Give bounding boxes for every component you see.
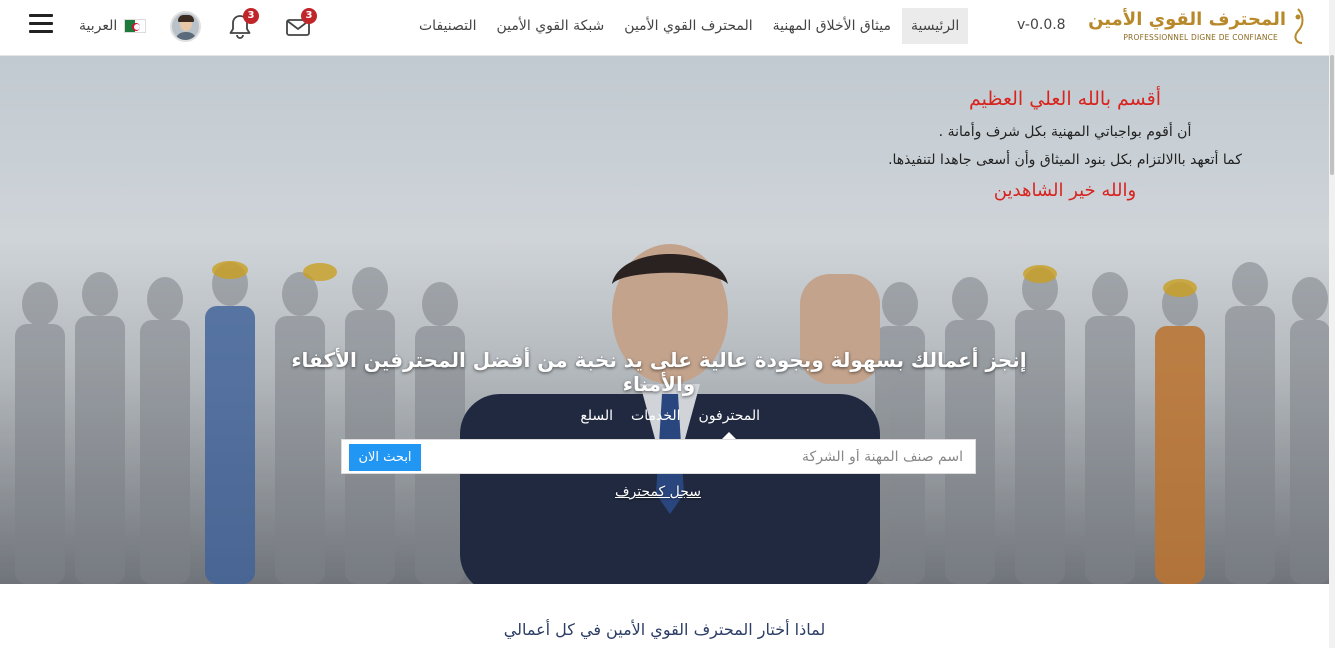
tab-goods[interactable]: السلع — [580, 408, 613, 432]
search-button[interactable]: ابحث الان — [349, 444, 421, 471]
register-as-professional-link[interactable]: سجل كمحترف — [558, 484, 758, 500]
search-tabs: المحترفون الخدمات السلع — [560, 408, 760, 432]
user-avatar[interactable] — [170, 11, 201, 42]
tab-services[interactable]: الخدمات — [631, 408, 681, 432]
notifications-button[interactable]: 3 — [225, 8, 259, 42]
site-logo[interactable]: المحترف القوي الأمين PROFESSIONNEL DIGNE… — [1088, 5, 1306, 49]
algeria-flag-icon — [124, 19, 147, 33]
nav-ethics-charter[interactable]: ميثاق الأخلاق المهنية — [764, 8, 900, 44]
page-scrollbar[interactable] — [1329, 0, 1335, 648]
search-box: ابحث الان — [341, 439, 976, 474]
oath-title: أقسم بالله العلي العظيم — [969, 88, 1161, 110]
oath-block: أقسم بالله العلي العظيم أن أقوم بواجباتي… — [855, 88, 1275, 201]
nav-network[interactable]: شبكة القوي الأمين — [488, 8, 614, 44]
logo-french-text: PROFESSIONNEL DIGNE DE CONFIANCE — [1123, 33, 1278, 42]
nav-home[interactable]: الرئيسية — [902, 8, 969, 44]
language-selector[interactable]: العربية — [79, 16, 147, 36]
main-nav: التصنيفات شبكة القوي الأمين المحترف القو… — [410, 8, 969, 44]
nav-professional[interactable]: المحترف القوي الأمين — [615, 8, 761, 44]
tab-professionals[interactable]: المحترفون — [699, 408, 760, 432]
hero-headline: إنجز أعمالك بسهولة وبجودة عالية على يد ن… — [291, 348, 1027, 396]
oath-closing: والله خير الشاهدين — [993, 180, 1137, 201]
messages-button[interactable]: 3 — [283, 8, 317, 42]
menu-icon[interactable] — [29, 14, 53, 34]
notifications-badge: 3 — [243, 8, 259, 24]
hero-banner: أقسم بالله العلي العظيم أن أقوم بواجباتي… — [0, 56, 1329, 584]
logo-arabic-text: المحترف القوي الأمين — [1088, 9, 1286, 30]
search-input[interactable] — [430, 440, 975, 473]
language-label: العربية — [79, 18, 118, 34]
messages-badge: 3 — [301, 8, 317, 24]
oath-line-1: أن أقوم بواجباتي المهنية بكل شرف وأمانة … — [938, 124, 1192, 140]
logo-mark-icon — [1294, 8, 1304, 44]
nav-categories[interactable]: التصنيفات — [410, 8, 486, 44]
top-navbar: العربية 3 3 التصنيفات شبكة القوي الأمين … — [0, 0, 1335, 56]
oath-line-2: كما أتعهد باالالتزام بكل بنود الميثاق وأ… — [888, 152, 1242, 168]
version-label: v-0.0.8 — [1017, 17, 1066, 33]
why-choose-heading: لماذا أختار المحترف القوي الأمين في كل أ… — [503, 620, 826, 639]
